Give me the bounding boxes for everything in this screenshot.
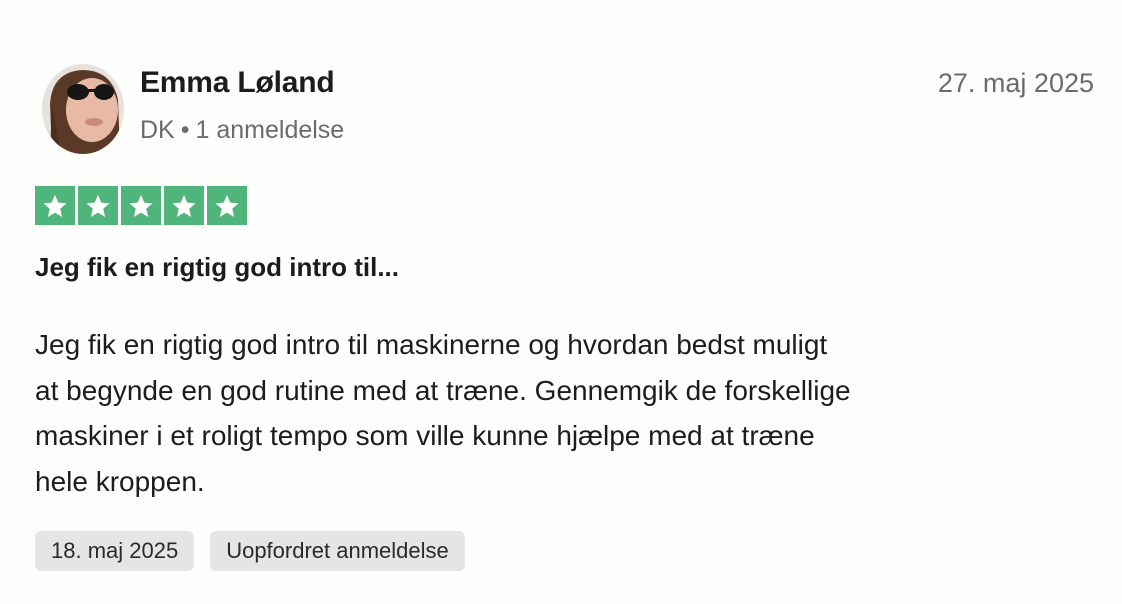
star-icon: [35, 186, 75, 225]
star-icon: [121, 186, 161, 225]
review-card: Emma Løland DK • 1 anmeldelse 27. maj 2025…: [0, 0, 1122, 604]
reviewer-meta: DK • 1 anmeldelse: [140, 116, 344, 145]
avatar[interactable]: [42, 64, 124, 154]
unprompted-review-badge[interactable]: Uopfordret anmeldelse: [210, 531, 465, 571]
star-icon: [207, 186, 247, 225]
review-body: Jeg fik en rigtig god intro til maskiner…: [35, 322, 1025, 504]
star-rating: [35, 186, 247, 225]
meta-separator: •: [180, 116, 190, 144]
reviewer-review-count: 1 anmeldelse: [195, 116, 345, 144]
review-body-line: Jeg fik en rigtig god intro til maskiner…: [35, 329, 828, 360]
review-date: 27. maj 2025: [937, 68, 1094, 98]
review-tags: 18. maj 2025 Uopfordret anmeldelse: [35, 531, 465, 571]
experience-date-badge: 18. maj 2025: [35, 531, 195, 571]
review-body-line: hele kroppen.: [35, 465, 205, 497]
review-body-line: maskiner i et roligt tempo som ville kun…: [35, 420, 815, 451]
star-icon: [164, 186, 204, 225]
reviewer-name[interactable]: Emma Løland: [140, 66, 335, 100]
reviewer-country: DK: [140, 116, 175, 144]
review-title[interactable]: Jeg fik en rigtig god intro til...: [35, 252, 399, 283]
review-body-line: at begynde en god rutine med at træne. G…: [35, 374, 851, 406]
star-icon: [78, 186, 118, 225]
